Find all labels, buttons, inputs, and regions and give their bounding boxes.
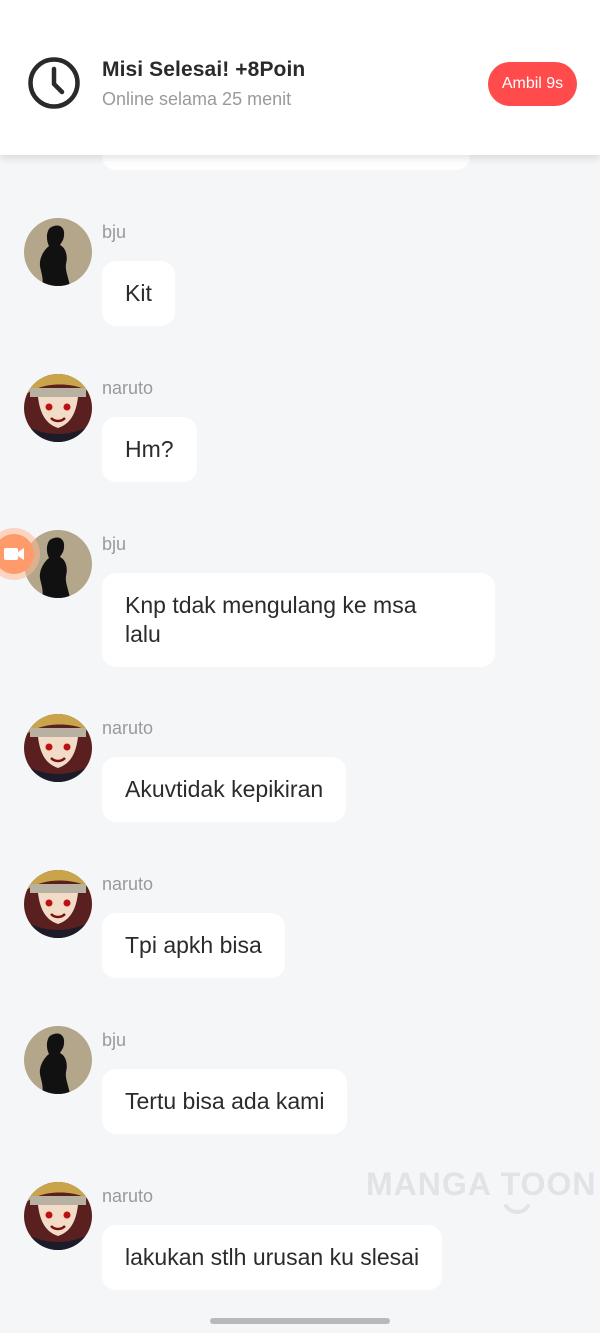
chat-screen: Misi Selesai! +8Poin Online selama 25 me… — [0, 0, 600, 1333]
watermark-smile-icon — [504, 1204, 530, 1214]
sender-name: naruto — [102, 1186, 154, 1206]
sender-name: naruto — [102, 378, 154, 398]
message-bubble[interactable]: Hm? — [102, 417, 197, 482]
avatar[interactable] — [24, 714, 92, 782]
message-bubble[interactable]: Akuvtidak kepikiran — [102, 757, 347, 822]
avatar[interactable] — [24, 1182, 92, 1250]
mission-complete-banner[interactable]: Misi Selesai! +8Poin Online selama 25 me… — [0, 0, 600, 155]
sender-name: naruto — [102, 874, 154, 894]
avatar[interactable] — [24, 218, 92, 286]
home-indicator[interactable] — [210, 1318, 390, 1324]
sender-name: naruto — [102, 718, 154, 738]
banner-title: Misi Selesai! +8Poin — [102, 58, 306, 81]
sender-name: bju — [102, 534, 127, 554]
message-bubble[interactable]: Knp tdak mengulang ke msa lalu — [102, 573, 495, 667]
sender-name: bju — [102, 222, 127, 242]
video-camera-icon — [0, 534, 34, 574]
message-line: Knp tdak mengulang ke msa — [125, 592, 417, 618]
message-bubble[interactable]: Kit — [102, 261, 175, 326]
sender-name: bju — [102, 1030, 127, 1050]
message-bubble[interactable]: Tertu bisa ada kami — [102, 1069, 348, 1134]
avatar[interactable] — [24, 1026, 92, 1094]
banner-subtitle: Online selama 25 menit — [102, 89, 292, 109]
claim-button[interactable]: Ambil 9s — [488, 62, 577, 106]
avatar[interactable] — [24, 374, 92, 442]
message-bubble[interactable]: Tpi apkh bisa — [102, 913, 285, 978]
clock-icon — [28, 57, 80, 109]
watermark-logo: MANGA TOON — [366, 1166, 597, 1202]
message-bubble[interactable]: lakukan stlh urusan ku slesai — [102, 1225, 443, 1290]
message-line: lalu — [125, 621, 161, 647]
avatar[interactable] — [24, 870, 92, 938]
